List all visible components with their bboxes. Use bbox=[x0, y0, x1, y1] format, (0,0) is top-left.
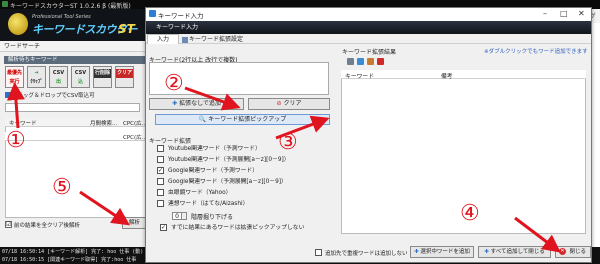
annotation-2: ② bbox=[164, 71, 184, 96]
arrow-4 bbox=[514, 216, 561, 253]
arrow-1 bbox=[6, 82, 25, 129]
annotation-5: ⑤ bbox=[52, 175, 72, 200]
annotation-arrows bbox=[6, 82, 561, 253]
annotation-1: ① bbox=[6, 128, 26, 153]
arrow-5 bbox=[79, 190, 130, 226]
annotation-3: ③ bbox=[278, 130, 298, 155]
annotation-4: ④ bbox=[460, 201, 480, 226]
arrow-2 bbox=[184, 86, 241, 111]
